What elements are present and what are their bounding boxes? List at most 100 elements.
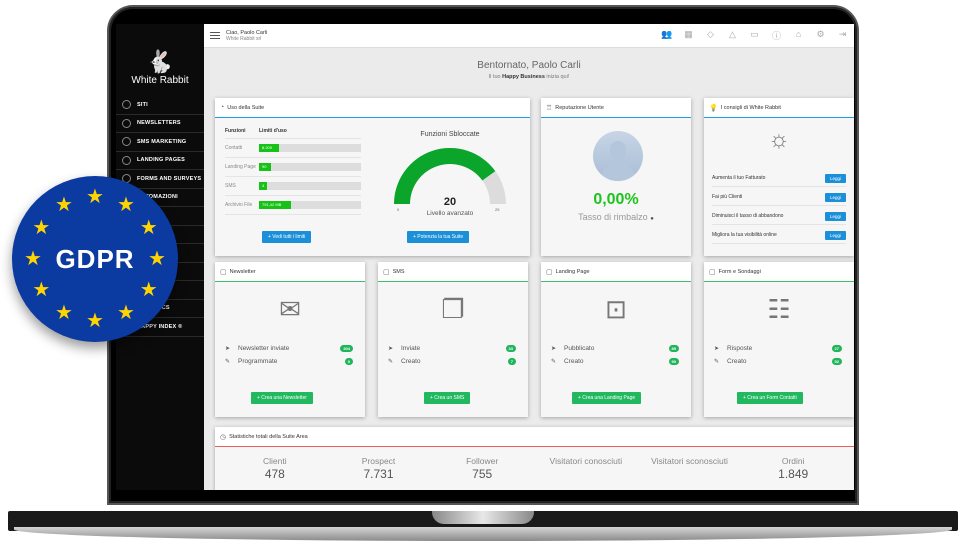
company-name: White Rabbit srl — [226, 35, 262, 42]
star-icon: ★ — [24, 248, 42, 270]
gear-icon[interactable]: ⚙ — [815, 29, 826, 42]
welcome-section: Bentornato, Paolo Carli Il tuo Happy Bus… — [204, 60, 854, 80]
app-screen: 🐇 White Rabbit SITI NEWSLETTERS SMS MARKET… — [116, 24, 854, 490]
limit-bar-fill: 8.209 — [259, 144, 280, 152]
landing-icon: ▢ — [546, 268, 553, 276]
stat-badge: 89 — [668, 345, 679, 352]
subtitle-bold: Happy Business — [502, 74, 545, 80]
clipboard-icon: ☷ — [767, 294, 791, 324]
chat-bubbles-icon: ❐ — [441, 294, 465, 324]
newsletter-icon: ▢ — [220, 268, 227, 276]
limit-label: Landing Page — [225, 164, 256, 170]
menu-toggle-icon[interactable] — [210, 31, 220, 40]
card-header: ▢ Landing Page — [541, 262, 691, 282]
module-card: ▢ Form e Sondaggi ☷ ➤ Risposte 27 ✎ Creato 52 … — [704, 262, 854, 417]
subtitle-post: inizia qui! — [544, 74, 570, 80]
stat-badge: 7 — [507, 358, 516, 365]
medal-icon: ♖ — [546, 104, 553, 112]
calendar-icon[interactable]: ▦ — [683, 29, 694, 42]
envelope-open-icon: ✉ — [279, 294, 301, 324]
star-icon: ★ — [139, 279, 158, 301]
total-stat: Clienti 478 — [223, 456, 327, 481]
stat-badge: 33 — [505, 345, 516, 352]
bell-icon[interactable]: △ — [727, 29, 738, 42]
archive-icon[interactable]: ▭ — [749, 29, 760, 42]
read-button[interactable]: Leggi — [824, 173, 846, 183]
star-icon: ★ — [117, 301, 135, 324]
tip-item: Aumenta il tuo Fatturato Leggi — [712, 170, 846, 187]
card-title: SMS — [392, 268, 405, 275]
total-stat: Visitatori sconosciuti — [638, 457, 742, 479]
edit-icon: ✎ — [714, 359, 720, 365]
total-value: 755 — [472, 467, 493, 481]
stat-badge: 27 — [831, 345, 842, 352]
reputation-card: ♖ Reputazione Utente 0,00% Tasso di rimba… — [541, 98, 691, 256]
limits-rows: Contatti 8.209 Landing Page 90 SMS 4 Archivio … — [225, 139, 361, 215]
read-button[interactable]: Leggi — [824, 192, 846, 202]
tip-item: Migliora la tua visibilità online Leggi — [712, 227, 846, 244]
sms-icon: ▢ — [383, 268, 390, 276]
sidebar-item[interactable]: SMS MARKETING — [116, 133, 204, 152]
create-button[interactable]: + Crea una Landing Page — [572, 392, 642, 404]
welcome-title: Bentornato, Paolo Carli — [477, 60, 581, 71]
view-limits-button[interactable]: + Vedi tutti i limiti — [262, 231, 312, 243]
logo[interactable]: 🐇 White Rabbit — [116, 24, 204, 96]
toolbar-icons: 👥 ▦ ◇ △ ▭ ⓘ ⌂ ⚙ ⇥ — [661, 29, 854, 42]
limit-row: Landing Page 90 — [225, 158, 361, 177]
col-limits: Limiti d'uso — [259, 128, 287, 134]
stat-label: Creato — [564, 358, 584, 365]
create-button[interactable]: + Crea una Newsletter — [251, 392, 313, 404]
sidebar-item[interactable]: NEWSLETTERS — [116, 115, 204, 133]
bounce-rate-value: 0,00% — [593, 191, 639, 208]
card-title: Statistiche totali della Suite Area — [229, 433, 308, 440]
sidebar-item-label: SITI — [137, 101, 148, 108]
total-label: Visitatori conosciuti — [549, 456, 623, 466]
limit-label: SMS — [225, 183, 236, 189]
info-icon[interactable]: ● — [650, 216, 654, 222]
create-button[interactable]: + Crea un Form Contatti — [737, 392, 803, 404]
stat-label: Creato — [727, 358, 747, 365]
limit-row: Archivio File 791,42 MB — [225, 196, 361, 215]
stat-label: Programmate — [238, 358, 278, 365]
logout-icon[interactable]: ⇥ — [837, 29, 848, 42]
read-button[interactable]: Leggi — [824, 230, 846, 240]
sidebar-item[interactable]: LANDING PAGES — [116, 152, 204, 170]
sidebar-item-label: NEWSLETTERS — [137, 120, 181, 127]
rabbit-logo-icon: 🐇 — [146, 49, 174, 74]
tips-card: 💡 I consigli di White Rabbit ☼ Aumenta il… — [704, 98, 854, 256]
limit-bar-fill: 791,42 MB — [259, 201, 291, 209]
total-stat: Prospect 7.731 — [327, 457, 431, 481]
total-label: Clienti — [263, 456, 287, 466]
stat-label: Newsletter inviate — [238, 345, 290, 352]
card-title: Landing Page — [555, 268, 590, 275]
form-icon: ▢ — [709, 268, 716, 276]
lock-icon[interactable]: ⌂ — [793, 29, 804, 42]
total-label: Visitatori sconosciuti — [651, 456, 728, 466]
star-icon: ★ — [32, 279, 51, 301]
stat-badge: 0 — [344, 358, 353, 365]
suite-usage-card: ◔ Uso della Suite Funzioni Limiti d'uso Co… — [215, 98, 530, 256]
col-functions: Funzioni — [225, 128, 246, 134]
star-icon: ★ — [86, 186, 104, 208]
total-value: 7.731 — [363, 467, 394, 481]
tip-item: Fai più Clienti Leggi — [712, 189, 846, 206]
total-stat: Follower 755 — [430, 457, 534, 481]
upgrade-suite-button[interactable]: + Potenzia la tua Suite — [407, 231, 470, 243]
card-title: I consigli di White Rabbit — [720, 104, 781, 111]
help-icon[interactable]: ⓘ — [771, 29, 782, 42]
users-icon[interactable]: 👥 — [661, 29, 672, 42]
tip-text: Aumenta il tuo Fatturato — [712, 175, 766, 181]
sidebar-item[interactable]: SITI — [116, 96, 204, 115]
tag-icon[interactable]: ◇ — [705, 29, 716, 42]
send-icon: ➤ — [551, 346, 557, 352]
sidebar-item-label: SMS MARKETING — [137, 138, 187, 145]
create-button[interactable]: + Crea un SMS — [424, 392, 471, 404]
card-header: ◔ Uso della Suite — [215, 98, 530, 118]
limit-label: Archivio File — [225, 202, 253, 208]
stat-row: ✎ Creato 52 — [714, 358, 842, 365]
read-button[interactable]: Leggi — [824, 211, 846, 221]
star-icon: ★ — [32, 217, 51, 239]
laptop-base-bottom — [14, 527, 952, 541]
gauge-label: Livello avanzato — [426, 210, 474, 217]
limits-header: Funzioni Limiti d'uso — [225, 128, 361, 139]
